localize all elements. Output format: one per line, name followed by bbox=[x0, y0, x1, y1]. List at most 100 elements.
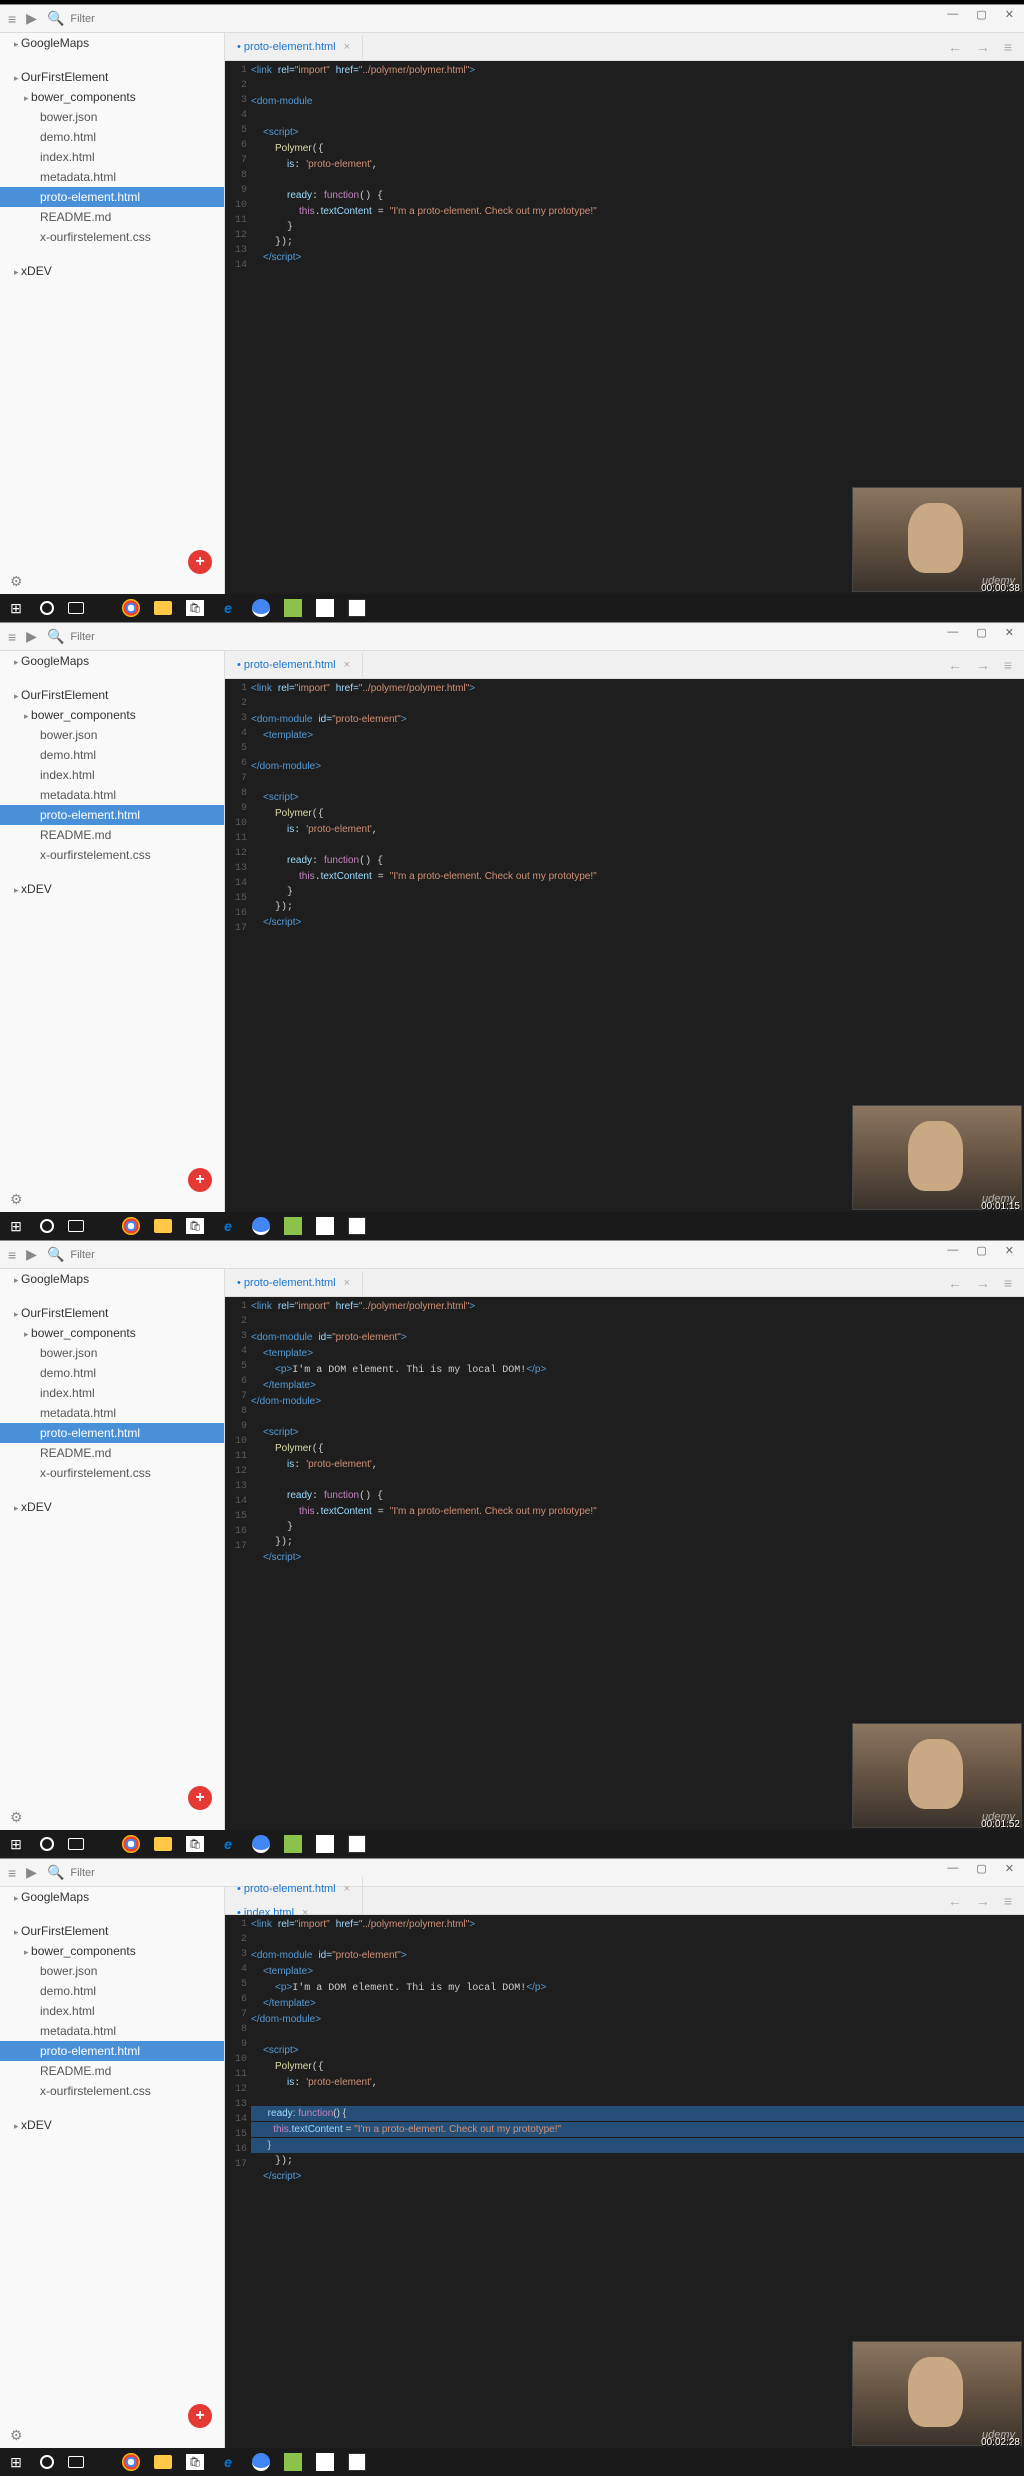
sidebar-item-bower-components[interactable]: bower_components bbox=[0, 705, 224, 725]
menu-icon[interactable]: ≡ bbox=[8, 1865, 16, 1881]
windows-start-icon[interactable]: ⊞ bbox=[6, 2452, 26, 2472]
sidebar-item-css[interactable]: x-ourfirstelement.css bbox=[0, 2081, 224, 2101]
filter-input[interactable] bbox=[70, 631, 150, 643]
search-icon[interactable]: 🔍 bbox=[47, 1246, 64, 1263]
maximize-button[interactable]: ▢ bbox=[976, 1244, 986, 1257]
menu-icon[interactable]: ≡ bbox=[8, 1247, 16, 1263]
sidebar-item-readme[interactable]: README.md bbox=[0, 207, 224, 227]
editor-tab-proto[interactable]: • proto-element.html× bbox=[225, 653, 363, 677]
app-icon-3[interactable] bbox=[348, 599, 366, 617]
nav-forward-icon[interactable]: → bbox=[976, 657, 990, 673]
chrome-running-icon[interactable] bbox=[252, 1835, 270, 1853]
sidebar-item-xdev[interactable]: xDEV bbox=[0, 2115, 224, 2135]
app-icon-1[interactable] bbox=[284, 1217, 302, 1235]
taskview-icon[interactable] bbox=[68, 2456, 84, 2468]
search-icon[interactable]: 🔍 bbox=[47, 1864, 64, 1881]
nav-menu-icon[interactable]: ≡ bbox=[1004, 1893, 1012, 1909]
app-icon-3[interactable] bbox=[348, 1217, 366, 1235]
filter-input[interactable] bbox=[70, 1867, 150, 1879]
sidebar-item-demo-html[interactable]: demo.html bbox=[0, 127, 224, 147]
filter-input[interactable] bbox=[70, 13, 150, 25]
editor-tab-proto[interactable]: • proto-element.html× bbox=[225, 1877, 363, 1901]
minimize-button[interactable]: — bbox=[947, 1862, 958, 1875]
tab-close-icon[interactable]: × bbox=[344, 1277, 350, 1289]
play-icon[interactable]: ▶ bbox=[26, 1864, 37, 1881]
minimize-button[interactable]: — bbox=[947, 626, 958, 639]
windows-start-icon[interactable]: ⊞ bbox=[6, 598, 26, 618]
sidebar-item-ourfirstelement[interactable]: OurFirstElement bbox=[0, 1921, 224, 1941]
editor-tab-proto[interactable]: • proto-element.html× bbox=[225, 1271, 363, 1295]
sidebar-item-ourfirstelement[interactable]: OurFirstElement bbox=[0, 1303, 224, 1323]
chrome-icon[interactable] bbox=[122, 1835, 140, 1853]
sidebar-item-readme[interactable]: README.md bbox=[0, 825, 224, 845]
gear-icon[interactable]: ⚙ bbox=[10, 1809, 23, 1826]
windows-start-icon[interactable]: ⊞ bbox=[6, 1834, 26, 1854]
app-icon-3[interactable] bbox=[348, 2453, 366, 2471]
gear-icon[interactable]: ⚙ bbox=[10, 1191, 23, 1208]
chrome-icon[interactable] bbox=[122, 2453, 140, 2471]
menu-icon[interactable]: ≡ bbox=[8, 11, 16, 27]
app-icon-2[interactable] bbox=[316, 1217, 334, 1235]
taskview-icon[interactable] bbox=[68, 602, 84, 614]
close-button[interactable]: ✕ bbox=[1005, 1244, 1014, 1257]
sidebar-item-proto-element[interactable]: proto-element.html bbox=[0, 1423, 224, 1443]
tab-close-icon[interactable]: × bbox=[344, 1883, 350, 1895]
sidebar-item-xdev[interactable]: xDEV bbox=[0, 879, 224, 899]
minimize-button[interactable]: — bbox=[947, 8, 958, 21]
chrome-running-icon[interactable] bbox=[252, 599, 270, 617]
sidebar-item-bower-json[interactable]: bower.json bbox=[0, 1961, 224, 1981]
app-icon-1[interactable] bbox=[284, 599, 302, 617]
app-icon-1[interactable] bbox=[284, 2453, 302, 2471]
play-icon[interactable]: ▶ bbox=[26, 628, 37, 645]
tab-close-icon[interactable]: × bbox=[344, 41, 350, 53]
sidebar-item-css[interactable]: x-ourfirstelement.css bbox=[0, 1463, 224, 1483]
nav-back-icon[interactable]: ← bbox=[948, 657, 962, 673]
app-icon-2[interactable] bbox=[316, 599, 334, 617]
play-icon[interactable]: ▶ bbox=[26, 1246, 37, 1263]
sidebar-item-metadata-html[interactable]: metadata.html bbox=[0, 785, 224, 805]
maximize-button[interactable]: ▢ bbox=[976, 626, 986, 639]
sidebar-item-readme[interactable]: README.md bbox=[0, 1443, 224, 1463]
taskview-icon[interactable] bbox=[68, 1838, 84, 1850]
play-icon[interactable]: ▶ bbox=[26, 10, 37, 27]
explorer-icon[interactable] bbox=[154, 1219, 172, 1233]
store-icon[interactable]: 🛍 bbox=[186, 1218, 204, 1234]
sidebar-item-index-html[interactable]: index.html bbox=[0, 1383, 224, 1403]
app-icon-2[interactable] bbox=[316, 2453, 334, 2471]
sidebar-item-bower-json[interactable]: bower.json bbox=[0, 725, 224, 745]
add-button[interactable]: + bbox=[188, 550, 212, 574]
edge-icon[interactable]: e bbox=[218, 1834, 238, 1854]
nav-menu-icon[interactable]: ≡ bbox=[1004, 1275, 1012, 1291]
explorer-icon[interactable] bbox=[154, 2455, 172, 2469]
gear-icon[interactable]: ⚙ bbox=[10, 573, 23, 590]
editor-tab-proto[interactable]: • proto-element.html× bbox=[225, 35, 363, 59]
store-icon[interactable]: 🛍 bbox=[186, 1836, 204, 1852]
chrome-icon[interactable] bbox=[122, 1217, 140, 1235]
windows-start-icon[interactable]: ⊞ bbox=[6, 1216, 26, 1236]
close-button[interactable]: ✕ bbox=[1005, 1862, 1014, 1875]
add-button[interactable]: + bbox=[188, 1168, 212, 1192]
cortana-icon[interactable] bbox=[40, 2455, 54, 2469]
sidebar-item-readme[interactable]: README.md bbox=[0, 2061, 224, 2081]
sidebar-item-metadata-html[interactable]: metadata.html bbox=[0, 1403, 224, 1423]
nav-back-icon[interactable]: ← bbox=[948, 1893, 962, 1909]
nav-forward-icon[interactable]: → bbox=[976, 1893, 990, 1909]
sidebar-item-bower-json[interactable]: bower.json bbox=[0, 1343, 224, 1363]
nav-menu-icon[interactable]: ≡ bbox=[1004, 39, 1012, 55]
app-icon-1[interactable] bbox=[284, 1835, 302, 1853]
close-button[interactable]: ✕ bbox=[1005, 626, 1014, 639]
app-icon-3[interactable] bbox=[348, 1835, 366, 1853]
sidebar-item-proto-element[interactable]: proto-element.html bbox=[0, 805, 224, 825]
sidebar-item-index-html[interactable]: index.html bbox=[0, 147, 224, 167]
sidebar-item-bower-components[interactable]: bower_components bbox=[0, 87, 224, 107]
sidebar-item-index-html[interactable]: index.html bbox=[0, 2001, 224, 2021]
app-icon-2[interactable] bbox=[316, 1835, 334, 1853]
nav-back-icon[interactable]: ← bbox=[948, 39, 962, 55]
sidebar-item-metadata-html[interactable]: metadata.html bbox=[0, 2021, 224, 2041]
sidebar-item-demo-html[interactable]: demo.html bbox=[0, 1981, 224, 2001]
sidebar-item-demo-html[interactable]: demo.html bbox=[0, 745, 224, 765]
sidebar-item-xdev[interactable]: xDEV bbox=[0, 261, 224, 281]
sidebar-item-googlemaps[interactable]: GoogleMaps bbox=[0, 1887, 224, 1907]
store-icon[interactable]: 🛍 bbox=[186, 2454, 204, 2470]
edge-icon[interactable]: e bbox=[218, 1216, 238, 1236]
